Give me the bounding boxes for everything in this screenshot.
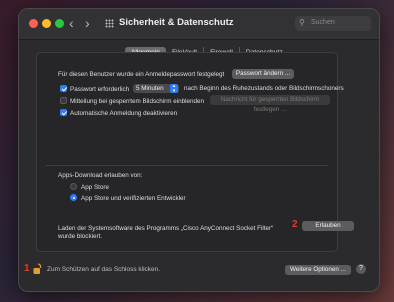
require-password-suffix: nach Beginn des Ruhezustands oder Bildsc… — [184, 85, 344, 92]
minimize-button[interactable] — [42, 19, 51, 28]
apps-download-heading: Apps-Download erlauben von: — [58, 172, 143, 179]
radio-appstore[interactable] — [70, 183, 77, 190]
auto-login-row: Automatische Anmeldung deaktivieren — [60, 109, 177, 118]
lock-message-label: Mitteilung bei gesperrtem Bildschirm ein… — [70, 98, 205, 105]
require-password-delay-select[interactable]: 5 Minuten ▴ ▾ — [133, 84, 179, 93]
help-button[interactable]: ? — [356, 264, 366, 274]
auto-login-checkbox[interactable] — [60, 109, 67, 116]
require-password-delay-value: 5 Minuten — [136, 85, 164, 92]
select-arrows-icon: ▴ ▾ — [170, 84, 178, 93]
allow-button[interactable]: Erlauben — [302, 221, 354, 231]
annotation-marker-2: 2 — [292, 219, 298, 230]
section-divider — [46, 165, 328, 166]
apps-download-option-verified[interactable]: App Store und verifizierten Entwickler — [70, 194, 186, 203]
login-password-text: Für diesen Benutzer wurde ein Anmeldepas… — [58, 71, 225, 78]
window-title: Sicherheit & Datenschutz — [119, 17, 234, 28]
back-button[interactable]: ‹ — [69, 15, 74, 31]
search-icon: ⚲ — [299, 18, 305, 27]
apps-download-option-appstore[interactable]: App Store — [70, 183, 109, 192]
title-bar: ‹ › Sicherheit & Datenschutz ⚲ Suchen — [19, 9, 379, 40]
annotation-marker-1: 1 — [24, 263, 30, 274]
require-password-label: Passwort erforderlich — [70, 86, 130, 93]
lock-message-row: Mitteilung bei gesperrtem Bildschirm ein… — [60, 97, 204, 106]
lock-message-button[interactable]: Nachricht für gesperrten Bildschirm fest… — [210, 95, 330, 113]
radio-verified-label: App Store und verifizierten Entwickler — [81, 195, 186, 202]
blocked-text-line2: wurde blockiert. — [58, 233, 103, 240]
auto-login-label: Automatische Anmeldung deaktivieren — [70, 110, 178, 117]
forward-button[interactable]: › — [85, 15, 90, 31]
unlocked-padlock-icon[interactable] — [33, 263, 43, 275]
radio-verified-developers[interactable] — [70, 194, 77, 201]
change-password-button[interactable]: Passwort ändern ... — [232, 69, 294, 79]
blocked-text-line1: Laden der Systemsoftware des Programms „… — [58, 225, 274, 232]
zoom-button[interactable] — [55, 19, 64, 28]
lock-hint-text: Zum Schützen auf das Schloss klicken. — [47, 266, 161, 273]
radio-appstore-label: App Store — [81, 184, 110, 191]
lock-message-checkbox[interactable] — [60, 97, 67, 104]
close-button[interactable] — [29, 19, 38, 28]
search-field[interactable]: ⚲ Suchen — [295, 16, 371, 31]
more-options-button[interactable]: Weitere Optionen ... — [285, 265, 351, 275]
require-password-checkbox[interactable] — [60, 85, 67, 92]
show-all-grid-icon[interactable] — [105, 19, 114, 28]
search-placeholder: Suchen — [311, 19, 335, 26]
require-password-row: Passwort erforderlich — [60, 85, 129, 94]
